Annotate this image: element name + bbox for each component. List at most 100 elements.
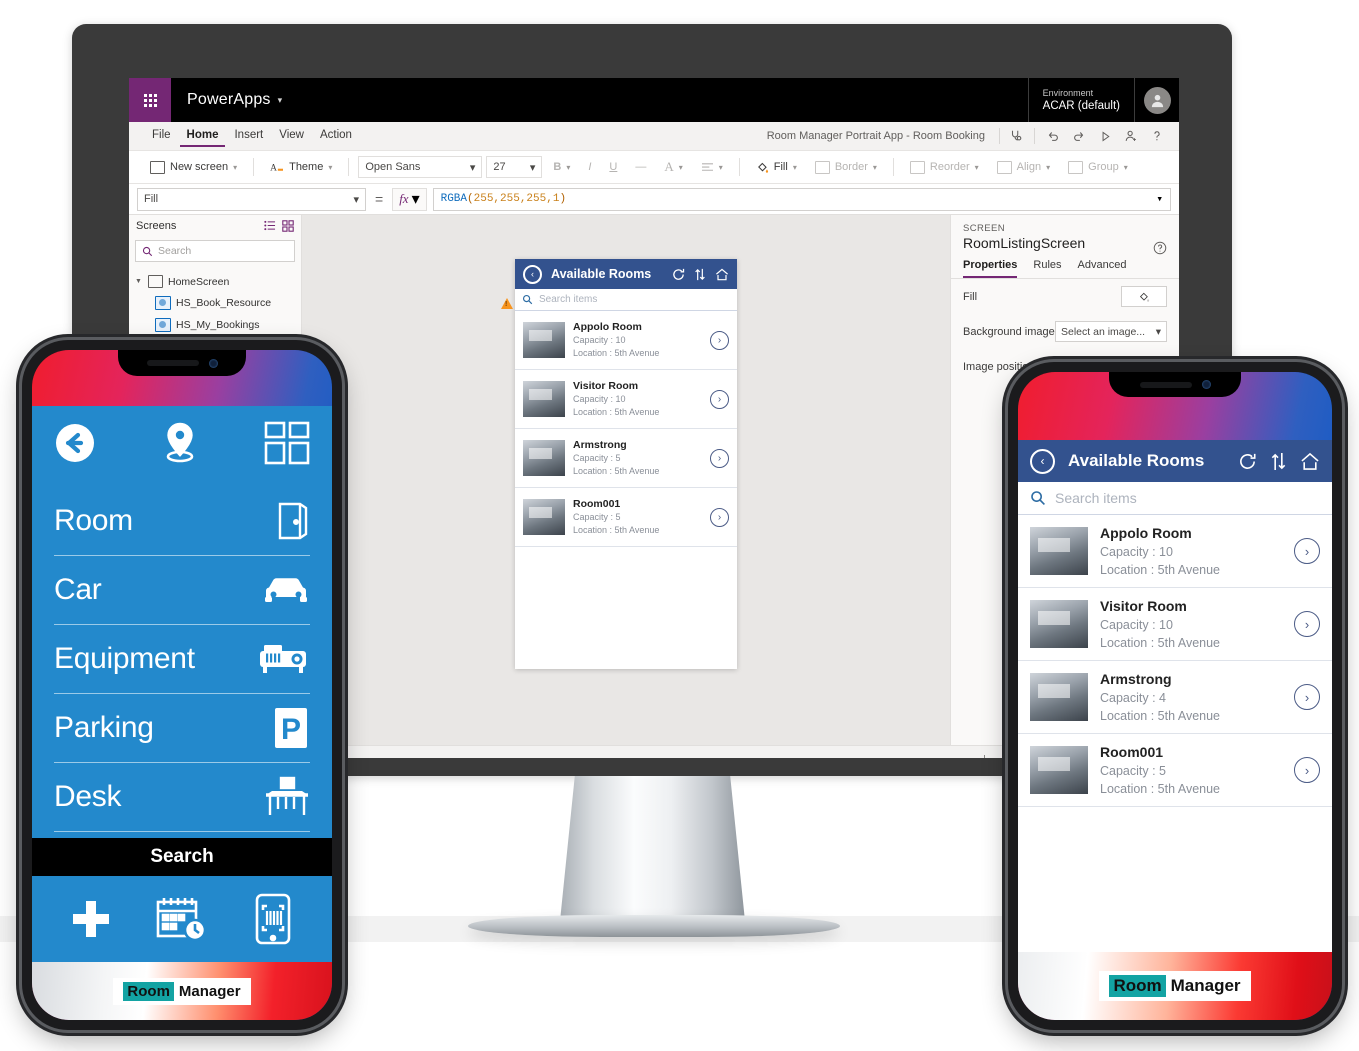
chevron-right-circle-icon[interactable]: ›	[1294, 538, 1320, 564]
room-info: Visitor Room Capacity : 10 Location : 5t…	[1100, 597, 1282, 652]
help-circle-icon[interactable]	[1153, 241, 1167, 255]
refresh-icon[interactable]	[672, 268, 685, 281]
properties-tabs: Properties Rules Advanced	[951, 259, 1179, 279]
fx-button[interactable]: fx ▾	[392, 187, 427, 211]
chevron-right-circle-icon[interactable]: ›	[710, 330, 729, 350]
table-row[interactable]: Armstrong Capacity : 4 Location : 5th Av…	[1018, 661, 1332, 734]
new-screen-button[interactable]: New screen ▾	[143, 158, 244, 177]
waffle-grid-icon[interactable]	[129, 78, 171, 122]
italic-button[interactable]: I	[581, 158, 598, 176]
formula-args: 255,255,255,1	[473, 193, 560, 205]
bold-button[interactable]: B ▾	[546, 158, 577, 176]
expand-caret-icon[interactable]: ▼	[135, 278, 143, 285]
tree-item-hs-my-bookings[interactable]: HS_My_Bookings	[133, 314, 297, 336]
table-row[interactable]: Appolo Room Capacity : 10 Location : 5th…	[1018, 515, 1332, 588]
menu-item-insert[interactable]: Insert	[227, 125, 270, 147]
chevron-right-circle-icon[interactable]: ›	[1294, 757, 1320, 783]
location-pin-icon[interactable]	[158, 420, 202, 466]
group-button[interactable]: Group ▾	[1061, 158, 1135, 177]
preview-play-icon[interactable]	[1093, 125, 1117, 147]
room-info: Room001 Capacity : 5 Location : 5th Aven…	[1100, 743, 1282, 798]
table-row[interactable]: Visitor Room Capacity : 10 Location : 5t…	[1018, 588, 1332, 661]
formula-input[interactable]: RGBA(255,255,255,1) ▾	[432, 187, 1171, 211]
menu-item-view[interactable]: View	[272, 125, 311, 147]
tree-view-icon[interactable]	[264, 220, 276, 232]
table-row[interactable]: Room001 Capacity : 5 Location : 5th Aven…	[515, 488, 737, 547]
tab-properties[interactable]: Properties	[963, 259, 1018, 278]
screens-search-input[interactable]: Search	[135, 240, 295, 262]
menu-item-room[interactable]: Room	[54, 487, 310, 556]
app-search-input[interactable]: Search items	[1018, 482, 1332, 515]
fill-button[interactable]: Fill ▾	[749, 158, 804, 177]
tab-rules[interactable]: Rules	[1033, 259, 1061, 278]
refresh-icon[interactable]	[1238, 452, 1257, 471]
calendar-clock-icon[interactable]	[154, 894, 210, 944]
menu-item-home[interactable]: Home	[179, 125, 226, 147]
help-icon[interactable]	[1145, 125, 1169, 147]
thumbnail-view-icon[interactable]	[282, 220, 294, 232]
back-chevron-icon[interactable]: ‹	[1030, 448, 1055, 474]
menu-item-action[interactable]: Action	[313, 125, 359, 147]
share-icon[interactable]	[1119, 125, 1143, 147]
chevron-right-circle-icon[interactable]: ›	[710, 507, 729, 527]
barcode-scan-icon[interactable]	[251, 893, 295, 945]
plus-icon[interactable]	[69, 897, 113, 941]
border-button[interactable]: Border ▾	[808, 158, 884, 177]
menu-item-car[interactable]: Car	[54, 556, 310, 625]
zoom-out-button[interactable]: −	[971, 754, 977, 759]
table-row[interactable]: Room001 Capacity : 5 Location : 5th Aven…	[1018, 734, 1332, 807]
menu-item-file[interactable]: File	[145, 125, 178, 147]
search-button[interactable]: Search	[32, 838, 332, 876]
table-row[interactable]: Appolo Room Capacity : 10 Location : 5th…	[515, 311, 737, 370]
table-row[interactable]: Armstrong Capacity : 5 Location : 5th Av…	[515, 429, 737, 488]
property-select[interactable]: Fill ▾	[137, 187, 366, 211]
warning-triangle-icon[interactable]	[501, 298, 513, 309]
new-screen-label: New screen	[170, 161, 229, 173]
table-row[interactable]: Visitor Room Capacity : 10 Location : 5t…	[515, 370, 737, 429]
font-size-select[interactable]: 27 ▾	[486, 156, 543, 178]
divider	[1034, 128, 1035, 144]
reorder-button[interactable]: Reorder ▾	[903, 158, 986, 177]
chevron-right-circle-icon[interactable]: ›	[1294, 611, 1320, 637]
canvas-app-preview[interactable]: ‹ Available Rooms	[501, 259, 737, 669]
app-search-input[interactable]: Search items	[515, 289, 737, 311]
theme-button[interactable]: A Theme ▾	[263, 158, 339, 176]
sort-updown-icon[interactable]	[1270, 452, 1287, 471]
menu-item-label: Equipment	[54, 641, 195, 675]
fill-color-swatch[interactable]	[1121, 286, 1167, 307]
logo-manager-text: Manager	[1170, 976, 1241, 995]
text-align-button[interactable]: ▾	[694, 159, 730, 176]
environment-selector[interactable]: Environment ACAR (default)	[1027, 78, 1135, 122]
align-button[interactable]: Align ▾	[990, 158, 1057, 177]
underline-button[interactable]: U	[602, 158, 624, 176]
menu-item-label: Desk	[54, 779, 122, 813]
menu-item-desk[interactable]: Desk	[54, 763, 310, 832]
strikethrough-icon[interactable]: —	[628, 158, 653, 176]
chevron-right-circle-icon[interactable]: ›	[710, 389, 729, 409]
powerapps-brand[interactable]: PowerApps ▾	[171, 91, 282, 109]
back-chevron-icon[interactable]: ‹	[523, 264, 542, 284]
tab-advanced[interactable]: Advanced	[1078, 259, 1127, 278]
redo-icon[interactable]	[1067, 125, 1091, 147]
home-icon[interactable]	[715, 268, 729, 281]
menu-item-equipment[interactable]: Equipment	[54, 625, 310, 694]
font-color-button[interactable]: A ▾	[657, 156, 689, 178]
home-icon[interactable]	[1300, 452, 1320, 471]
background-image-select[interactable]: Select an image... ▾	[1055, 321, 1167, 342]
app-checker-icon[interactable]	[1004, 125, 1028, 147]
chevron-right-circle-icon[interactable]: ›	[710, 448, 729, 468]
sort-updown-icon[interactable]	[694, 268, 706, 281]
property-label: Fill	[963, 290, 978, 303]
tree-item-hs-book-resource[interactable]: HS_Book_Resource	[133, 292, 297, 314]
chevron-right-circle-icon[interactable]: ›	[1294, 684, 1320, 710]
dashboard-tiles-icon[interactable]	[264, 421, 310, 465]
menu-item-parking[interactable]: Parking P	[54, 694, 310, 763]
back-arrow-circle-icon[interactable]	[54, 422, 96, 464]
undo-icon[interactable]	[1041, 125, 1065, 147]
tree-item-homescreen[interactable]: ▼ HomeScreen	[133, 271, 297, 292]
font-family-select[interactable]: Open Sans ▾	[358, 156, 483, 178]
room-name: Visitor Room	[573, 380, 639, 392]
account-avatar-icon[interactable]	[1135, 78, 1179, 122]
screens-panel-title: Screens	[136, 220, 177, 232]
avatar	[1143, 86, 1171, 114]
